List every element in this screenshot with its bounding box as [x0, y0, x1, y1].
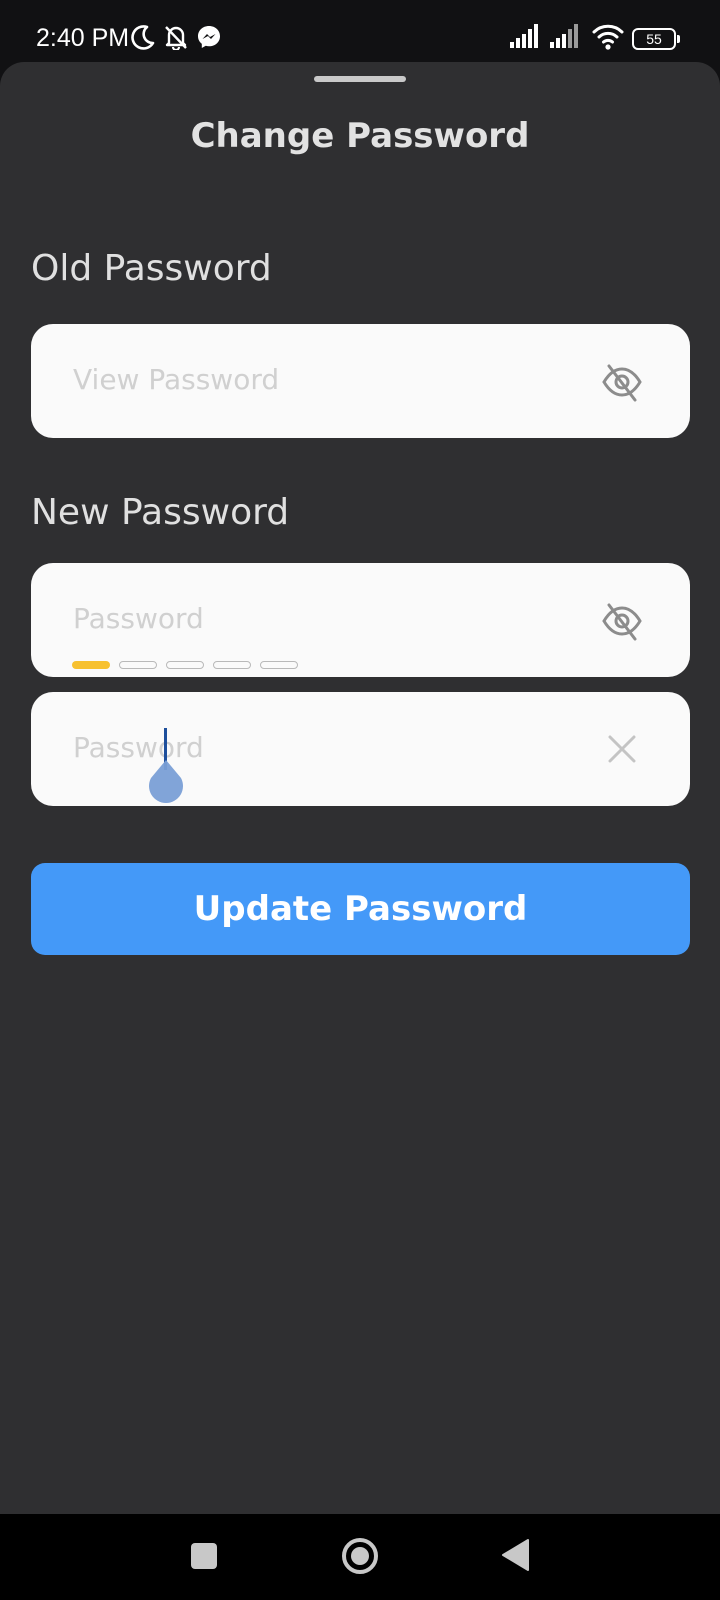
signal-icon — [550, 24, 584, 52]
drag-handle[interactable] — [314, 76, 406, 82]
moon-icon — [130, 24, 156, 54]
old-password-label: Old Password — [31, 248, 272, 289]
close-icon[interactable] — [602, 729, 642, 769]
confirm-password-field[interactable]: Password — [31, 692, 690, 806]
strength-segment — [72, 661, 110, 669]
eye-off-icon[interactable] — [600, 599, 644, 643]
home-icon[interactable] — [340, 1536, 380, 1580]
wifi-icon — [592, 22, 624, 54]
new-password-placeholder: Password — [73, 602, 204, 635]
strength-segment — [119, 661, 157, 669]
signal-icon — [510, 24, 544, 52]
eye-off-icon[interactable] — [600, 360, 644, 404]
status-time: 2:40 PM — [36, 24, 130, 52]
navigation-bar — [0, 1514, 720, 1600]
old-password-placeholder: View Password — [73, 363, 280, 396]
messenger-icon — [196, 24, 222, 54]
new-password-label: New Password — [31, 492, 290, 533]
new-password-field[interactable]: Password — [31, 563, 690, 677]
change-password-sheet: Change Password Old Password View Passwo… — [0, 62, 720, 1514]
sheet-title: Change Password — [190, 116, 530, 156]
bell-off-icon — [163, 24, 189, 54]
strength-segment — [260, 661, 298, 669]
strength-segment — [166, 661, 204, 669]
strength-segment — [213, 661, 251, 669]
cursor-handle[interactable] — [146, 756, 186, 810]
screen: 2:40 PM 55 Change Password Old Password … — [0, 0, 720, 1600]
update-password-button[interactable]: Update Password — [31, 863, 690, 955]
back-icon[interactable] — [500, 1538, 530, 1576]
recent-apps-icon[interactable] — [190, 1542, 218, 1574]
battery-icon: 55 — [632, 28, 680, 50]
old-password-field[interactable]: View Password — [31, 324, 690, 438]
status-bar: 2:40 PM 55 — [0, 0, 720, 62]
